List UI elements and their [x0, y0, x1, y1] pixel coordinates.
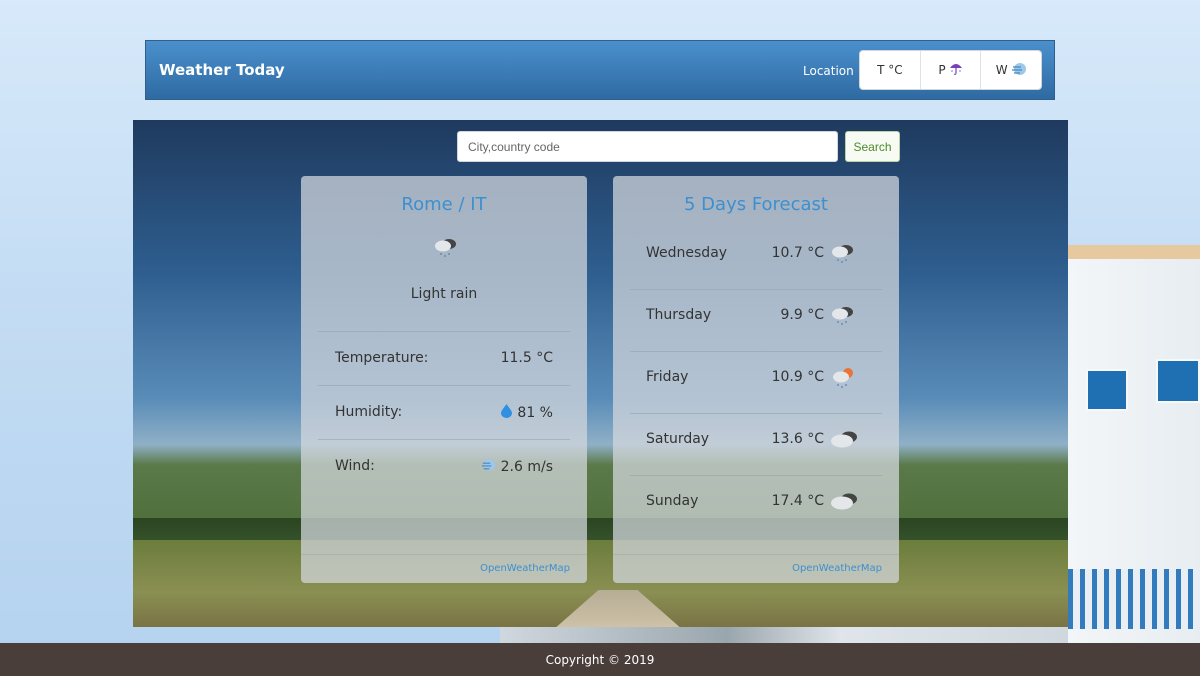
sun-rain-icon — [830, 366, 856, 390]
humidity-value-group: 81 % — [501, 404, 553, 422]
humidity-label: Humidity: — [335, 404, 403, 420]
humidity-value: 81 % — [517, 405, 553, 421]
precipitation-button[interactable]: P — [921, 51, 982, 89]
forecast-day: Wednesday — [646, 245, 728, 261]
rain-cloud-icon — [830, 304, 856, 328]
copyright-text: Copyright © 2019 — [545, 652, 655, 667]
wind-label: Wind: — [335, 458, 375, 474]
top-navbar: Weather Today Location T °C P W — [145, 40, 1055, 100]
forecast-panel: 5 Days Forecast Wednesday 10.7 °C Thursd… — [613, 176, 899, 583]
temperature-row: Temperature: 11.5 °C — [318, 331, 570, 386]
humidity-row: Humidity: 81 % — [318, 385, 570, 440]
search-button[interactable]: Search — [845, 131, 900, 162]
temperature-label: Temperature: — [335, 350, 429, 366]
forecast-row: Saturday 13.6 °C — [630, 413, 882, 476]
panel-footer: OpenWeatherMap — [613, 554, 899, 583]
city-title: Rome / IT — [401, 194, 487, 215]
forecast-title: 5 Days Forecast — [684, 194, 828, 215]
forecast-temp: 10.7 °C — [771, 245, 824, 261]
openweathermap-link[interactable]: OpenWeatherMap — [480, 563, 570, 574]
landscape-background-image — [133, 120, 1068, 627]
forecast-day: Sunday — [646, 493, 699, 509]
forecast-temp: 13.6 °C — [771, 431, 824, 447]
temperature-value: 11.5 °C — [500, 350, 553, 366]
panel-footer: OpenWeatherMap — [301, 554, 587, 583]
location-link[interactable]: Location — [803, 64, 854, 78]
current-weather-panel: Rome / IT Light rain Temperature: 11.5 °… — [301, 176, 587, 583]
temperature-button-label: T °C — [877, 63, 903, 77]
forecast-day: Friday — [646, 369, 689, 385]
forecast-temp: 17.4 °C — [771, 493, 824, 509]
forecast-row: Wednesday 10.7 °C — [630, 227, 882, 290]
background-building-image — [1068, 245, 1200, 659]
forecast-row: Thursday 9.9 °C — [630, 289, 882, 352]
brand-title[interactable]: Weather Today — [159, 61, 285, 79]
forecast-day: Saturday — [646, 431, 710, 447]
background-strip — [500, 626, 1068, 643]
weather-description: Light rain — [410, 286, 478, 302]
precipitation-button-label: P — [938, 63, 946, 77]
wind-value-group: 2.6 m/s — [481, 458, 553, 476]
water-drop-icon — [501, 404, 513, 422]
wind-button-label: W — [995, 63, 1008, 77]
page-footer: Copyright © 2019 — [0, 643, 1200, 676]
forecast-temp: 9.9 °C — [780, 307, 825, 323]
cloudy-icon — [830, 428, 857, 452]
wind-icon — [1011, 62, 1027, 79]
openweathermap-link[interactable]: OpenWeatherMap — [792, 563, 882, 574]
city-search-input[interactable] — [457, 131, 838, 162]
rain-cloud-icon — [830, 242, 856, 266]
umbrella-rain-icon — [949, 62, 963, 78]
forecast-row: Friday 10.9 °C — [630, 351, 882, 414]
wind-icon — [481, 458, 496, 476]
forecast-row: Sunday 17.4 °C — [630, 475, 882, 537]
unit-button-group: T °C P W — [859, 50, 1042, 90]
temperature-button[interactable]: T °C — [860, 51, 921, 89]
forecast-day: Thursday — [646, 307, 712, 323]
wind-value: 2.6 m/s — [500, 459, 553, 475]
wind-row: Wind: 2.6 m/s — [318, 439, 570, 494]
cloudy-icon — [830, 490, 857, 514]
forecast-temp: 10.9 °C — [771, 369, 824, 385]
wind-button[interactable]: W — [981, 51, 1041, 89]
light-rain-icon — [433, 236, 459, 260]
